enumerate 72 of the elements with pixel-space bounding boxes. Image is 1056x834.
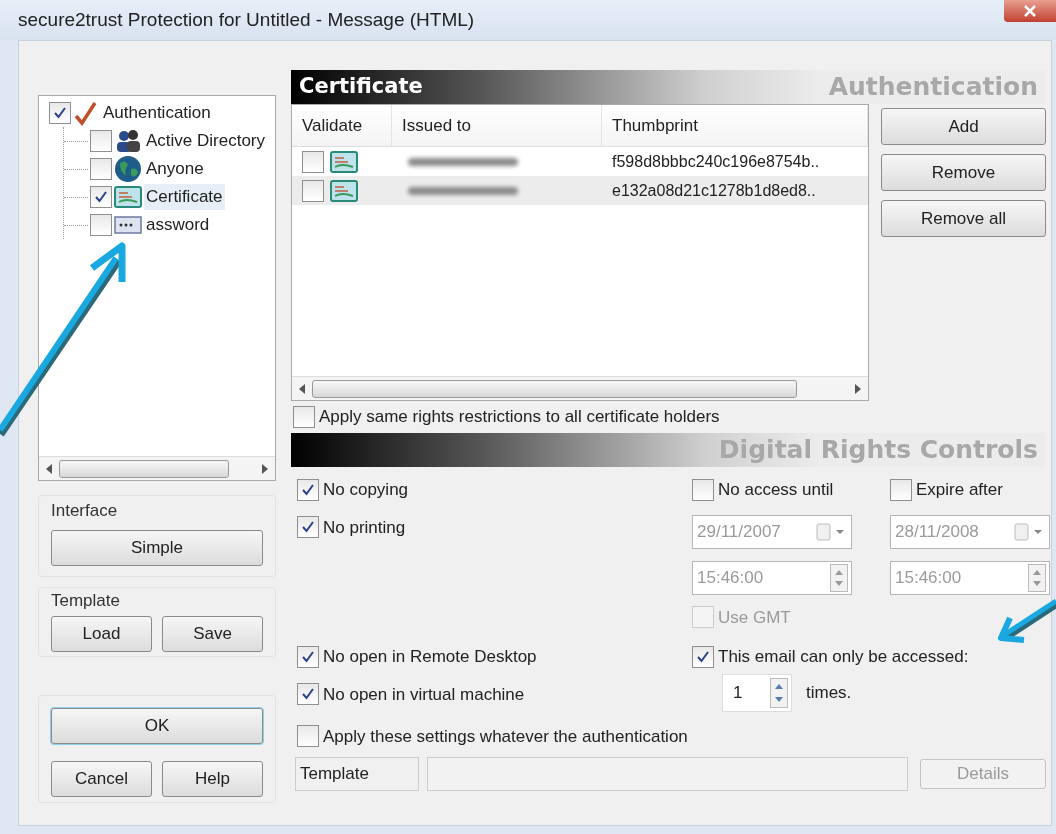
checkbox[interactable]: No open in Remote Desktop <box>297 644 692 670</box>
checkbox[interactable] <box>49 102 71 124</box>
check-icon <box>94 190 108 204</box>
column-header[interactable]: Issued to <box>392 105 602 146</box>
certificate-button[interactable]: Add <box>881 108 1046 145</box>
checkbox[interactable]: No printing <box>297 514 692 540</box>
check-icon <box>301 520 315 535</box>
checkbox[interactable] <box>90 214 112 236</box>
table-row[interactable]: e132a08d21c1278b1d8ed8.. <box>292 176 868 205</box>
spinner-icon[interactable] <box>830 563 848 592</box>
section-label: Digital Rights Controls <box>718 434 1038 467</box>
checkmark-icon <box>73 100 99 126</box>
horizontal-scrollbar[interactable] <box>292 376 868 400</box>
interface-button[interactable]: Simple <box>51 529 263 566</box>
template-field[interactable] <box>426 757 909 791</box>
column-header[interactable]: Thumbprint <box>602 105 868 146</box>
table-cell-text: e132a08d21c1278b1d8ed8.. <box>611 180 816 201</box>
scroll-left-icon[interactable] <box>298 383 306 394</box>
template-button[interactable]: Save <box>162 615 263 652</box>
people-icon <box>114 127 142 155</box>
certificate-icon <box>114 186 142 208</box>
checkbox[interactable]: No open in virtual machine <box>297 681 692 707</box>
template-button[interactable]: Load <box>51 615 152 652</box>
close-button[interactable] <box>1004 0 1056 22</box>
certificate-button[interactable]: Remove all <box>881 200 1046 237</box>
spinner-icon[interactable] <box>1028 563 1046 592</box>
checkbox[interactable]: Apply same rights restrictions to all certificate holders <box>293 404 720 430</box>
table-cell-text: f598d8bbbc240c196e8754b.. <box>611 151 820 172</box>
tree-item-label[interactable]: Anyone <box>144 156 206 182</box>
spinner-icon[interactable] <box>770 677 788 708</box>
scroll-right-icon[interactable] <box>261 463 269 474</box>
column-header[interactable]: Validate <box>292 105 392 146</box>
checkbox[interactable]: No access until <box>692 477 890 503</box>
dialog-button[interactable]: Help <box>162 761 263 797</box>
certificate-icon <box>330 150 358 173</box>
scroll-right-icon[interactable] <box>854 383 862 394</box>
count-spinner-field[interactable]: 1 <box>722 673 792 712</box>
tree-item-label[interactable]: Authentication <box>101 100 213 126</box>
tree-item-label[interactable]: Active Directory <box>144 128 268 154</box>
checkbox[interactable]: Expire after <box>890 477 1050 503</box>
section-title: Certificate <box>299 73 423 101</box>
group-title: Template <box>51 590 121 612</box>
checkbox[interactable] <box>302 150 324 173</box>
check-icon <box>696 649 710 664</box>
check-icon <box>53 106 67 120</box>
check-icon <box>301 649 315 664</box>
section-label: Authentication <box>828 71 1038 104</box>
template-label: Template <box>295 757 419 791</box>
tree-item-label[interactable]: Certificate <box>144 184 225 210</box>
tree-item-label[interactable]: assword <box>144 212 212 238</box>
checkbox[interactable] <box>90 186 112 208</box>
check-icon <box>301 482 315 497</box>
password-icon <box>114 215 142 235</box>
checkbox[interactable] <box>90 130 112 152</box>
checkbox[interactable]: No copying <box>297 477 692 503</box>
close-icon[interactable] <box>1024 5 1036 17</box>
check-icon <box>301 687 315 702</box>
checkbox[interactable] <box>90 158 112 180</box>
checkbox[interactable] <box>302 179 324 202</box>
window-title: secure2trust Protection for Untitled - Message (HTML) <box>18 7 475 32</box>
checkbox[interactable]: Apply these settings whatever the authentication <box>297 723 1046 749</box>
certificate-icon <box>330 179 358 202</box>
annotation-arrow <box>996 598 1056 646</box>
certificate-button[interactable]: Remove <box>881 154 1046 191</box>
checkbox[interactable]: This email can only be accessed: <box>692 644 1050 670</box>
group-title: Interface <box>51 500 119 522</box>
scroll-left-icon[interactable] <box>45 463 53 474</box>
horizontal-scrollbar[interactable] <box>39 456 275 480</box>
dialog-button[interactable]: Cancel <box>51 761 152 797</box>
globe-icon <box>114 155 142 183</box>
dialog-button[interactable]: OK <box>51 708 263 744</box>
times-label: times. <box>806 681 852 704</box>
